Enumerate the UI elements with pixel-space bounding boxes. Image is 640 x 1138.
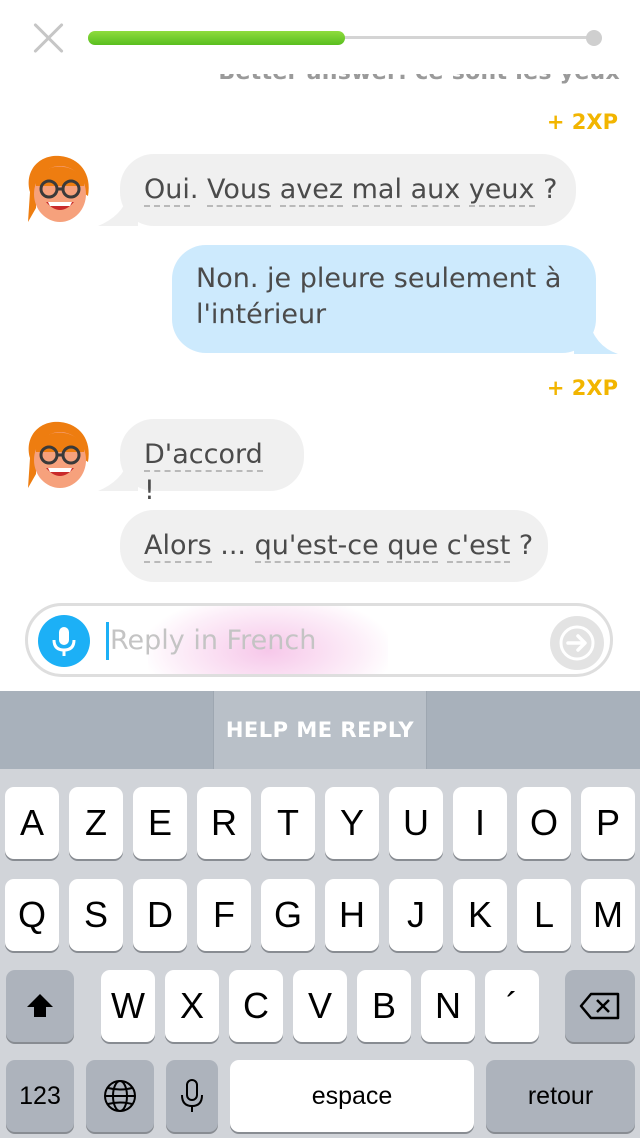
key-s[interactable]: S	[69, 879, 123, 951]
tutor-message-1[interactable]: Oui. Vous avez mal aux yeux ?	[120, 154, 576, 226]
hint-word[interactable]: avez	[279, 174, 344, 207]
key-z[interactable]: Z	[69, 787, 123, 859]
backspace-key[interactable]	[565, 970, 635, 1042]
hint-word[interactable]: Oui	[144, 174, 190, 207]
shift-icon	[27, 994, 53, 1017]
help-me-reply-button[interactable]: HELP ME REPLY	[213, 691, 427, 769]
hint-word[interactable]: que	[387, 530, 439, 563]
punctuation: .	[189, 174, 208, 205]
punctuation: ...	[211, 530, 255, 561]
key-t[interactable]: T	[261, 787, 315, 859]
chat-area[interactable]: Better answer: ce sont les yeux + 2XP Ou…	[0, 56, 640, 592]
progress-end-marker	[586, 30, 602, 46]
key-o[interactable]: O	[517, 787, 571, 859]
key-d[interactable]: D	[133, 879, 187, 951]
shift-key[interactable]	[6, 970, 74, 1042]
key-r[interactable]: R	[197, 787, 251, 859]
key-n[interactable]: N	[421, 970, 475, 1042]
key-i[interactable]: I	[453, 787, 507, 859]
key-l[interactable]: L	[517, 879, 571, 951]
return-key[interactable]: retour	[486, 1060, 635, 1132]
key-a[interactable]: A	[5, 787, 59, 859]
keyboard: 123 espace retour AZERTYUIOP QSDFGHJKLM WX…	[0, 769, 640, 1138]
punctuation	[460, 174, 469, 205]
reply-box[interactable]	[25, 603, 613, 677]
key-b[interactable]: B	[357, 970, 411, 1042]
tutor-avatar	[28, 155, 89, 222]
help-bar: HELP ME REPLY	[0, 691, 640, 769]
bubble-tail	[98, 196, 138, 226]
key-k[interactable]: K	[453, 879, 507, 951]
globe-key[interactable]	[86, 1060, 154, 1132]
text-caret	[106, 622, 109, 660]
progress-fill	[88, 31, 345, 45]
hint-word[interactable]: c'est	[446, 530, 511, 563]
xp-badge: + 2XP	[546, 376, 618, 400]
hint-word[interactable]: aux	[410, 174, 461, 207]
reply-input[interactable]	[110, 618, 530, 662]
lesson-progress-bar	[88, 30, 602, 46]
globe-icon	[104, 1080, 136, 1112]
hint-word[interactable]: mal	[351, 174, 402, 207]
key-v[interactable]: V	[293, 970, 347, 1042]
punctuation	[438, 530, 447, 561]
dictation-key[interactable]	[166, 1060, 218, 1132]
key-q[interactable]: Q	[5, 879, 59, 951]
dictation-mic-icon	[181, 1079, 203, 1112]
close-icon[interactable]	[30, 20, 66, 56]
key-x[interactable]: X	[165, 970, 219, 1042]
numbers-key[interactable]: 123	[6, 1060, 74, 1132]
punctuation: ?	[510, 530, 534, 561]
key-c[interactable]: C	[229, 970, 283, 1042]
hint-word[interactable]: yeux	[468, 174, 535, 207]
key-u[interactable]: U	[389, 787, 443, 859]
bubble-tail	[574, 318, 618, 354]
punctuation	[343, 174, 352, 205]
key-p[interactable]: P	[581, 787, 635, 859]
punctuation: ?	[534, 174, 558, 205]
key-h[interactable]: H	[325, 879, 379, 951]
tutor-avatar	[28, 421, 89, 488]
xp-badge: + 2XP	[546, 110, 618, 134]
key-j[interactable]: J	[389, 879, 443, 951]
mic-icon[interactable]	[38, 615, 90, 667]
hint-word[interactable]: Vous	[207, 174, 272, 207]
key-´[interactable]: ´	[485, 970, 539, 1042]
user-message-text: Non. je pleure seulement à l'intérieur	[196, 263, 562, 330]
arrow-right-icon[interactable]	[550, 616, 604, 670]
key-w[interactable]: W	[101, 970, 155, 1042]
key-y[interactable]: Y	[325, 787, 379, 859]
bubble-tail	[98, 461, 138, 491]
key-f[interactable]: F	[197, 879, 251, 951]
better-answer-text: Better answer: ce sont les yeux	[218, 60, 620, 85]
hint-word[interactable]: Alors	[144, 530, 212, 563]
punctuation: !	[144, 475, 155, 506]
space-key[interactable]: espace	[230, 1060, 474, 1132]
punctuation	[402, 174, 411, 205]
tutor-message-3[interactable]: Alors ... qu'est-ce que c'est ?	[120, 510, 548, 582]
hint-word[interactable]: D'accord	[144, 439, 263, 472]
key-g[interactable]: G	[261, 879, 315, 951]
user-message[interactable]: Non. je pleure seulement à l'intérieur	[172, 245, 596, 353]
key-e[interactable]: E	[133, 787, 187, 859]
hint-word[interactable]: qu'est-ce	[254, 530, 379, 563]
punctuation	[271, 174, 280, 205]
key-m[interactable]: M	[581, 879, 635, 951]
tutor-message-2[interactable]: D'accord !	[120, 419, 304, 506]
backspace-icon	[579, 992, 620, 1020]
